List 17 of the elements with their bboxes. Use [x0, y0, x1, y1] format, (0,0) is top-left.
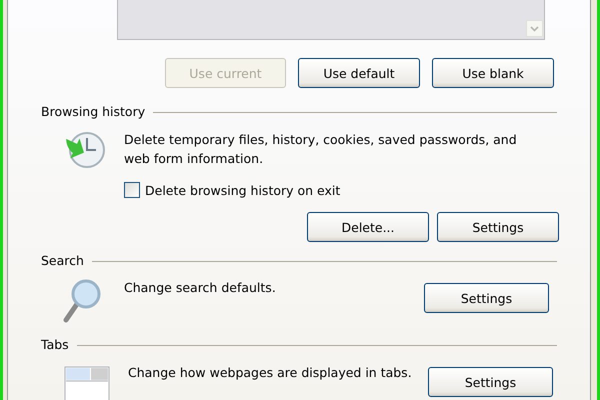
- settings-button[interactable]: Settings: [424, 283, 549, 313]
- home-page-button[interactable]: Use default: [298, 58, 420, 88]
- section-heading: Search: [41, 252, 84, 268]
- section-heading: Browsing history: [41, 104, 146, 118]
- settings-button[interactable]: Settings: [428, 367, 553, 397]
- history-button[interactable]: Settings: [437, 212, 559, 242]
- tabs-window-icon: [64, 366, 110, 400]
- section-description: Change search defaults.: [124, 279, 277, 297]
- checkbox-label: Delete browsing history on exit: [145, 182, 340, 198]
- section-description: Change how webpages are displayed in tabs.: [128, 364, 413, 382]
- section-description: Delete temporary files, history, cookies, saved passwords, and web form information.: [124, 131, 518, 168]
- history-button[interactable]: Delete...: [307, 212, 429, 242]
- section-heading: Tabs: [41, 336, 69, 352]
- checkbox[interactable]: [124, 182, 140, 198]
- home-page-button[interactable]: Use blank: [432, 58, 554, 88]
- delete-on-exit-checkbox[interactable]: Delete browsing history on exit: [124, 182, 340, 198]
- chevron-down-icon: [530, 26, 539, 32]
